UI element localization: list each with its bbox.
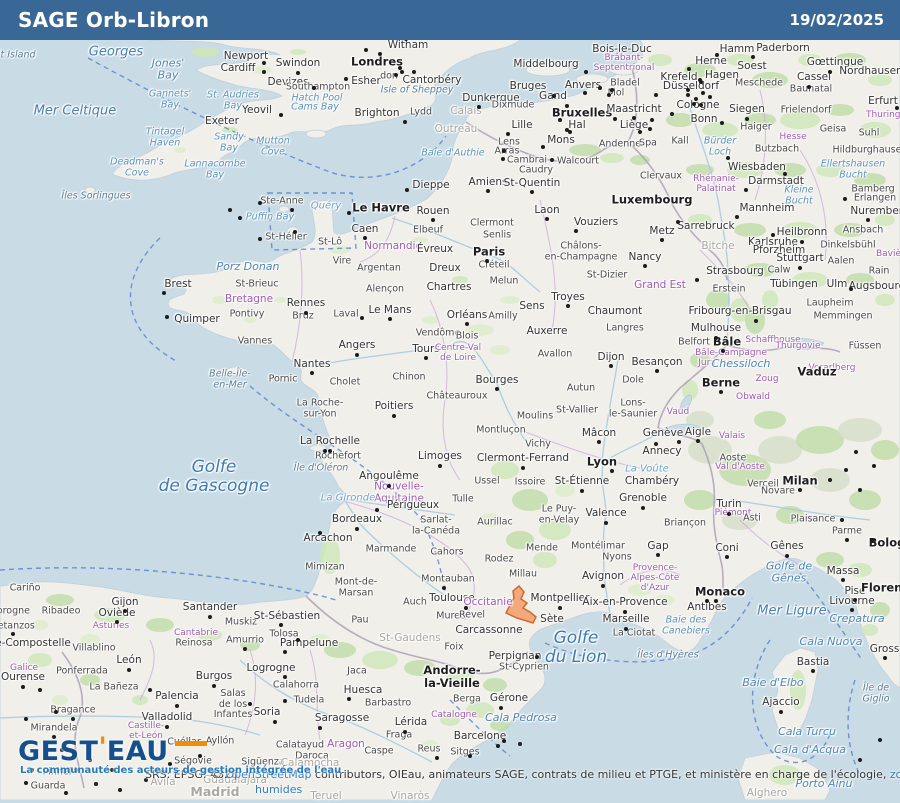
- header-date: 19/02/2025: [789, 11, 884, 29]
- header-bar: SAGE Orb-Libron 19/02/2025: [0, 0, 900, 40]
- logo-orange-bar: [174, 741, 207, 746]
- logo-apostrophe: ': [98, 732, 107, 763]
- map-canvas[interactable]: [0, 0, 900, 800]
- logo-text-eau: EAU: [106, 736, 169, 767]
- attribution-link-humides[interactable]: humides: [255, 783, 302, 796]
- map-viewport[interactable]: t Island Georges Jones' Bay Newport Cardiff S…: [0, 0, 900, 802]
- attribution-text: contributors, OIEau, animateurs SAGE, co…: [311, 768, 890, 781]
- attribution-link[interactable]: zones: [890, 768, 900, 781]
- logo-text-gest: GEST: [18, 736, 99, 767]
- logo-tagline: La communauté des acteurs de gestion int…: [20, 765, 342, 776]
- page-title: SAGE Orb-Libron: [18, 8, 210, 32]
- gesteau-logo[interactable]: GEST'EAU: [18, 732, 207, 767]
